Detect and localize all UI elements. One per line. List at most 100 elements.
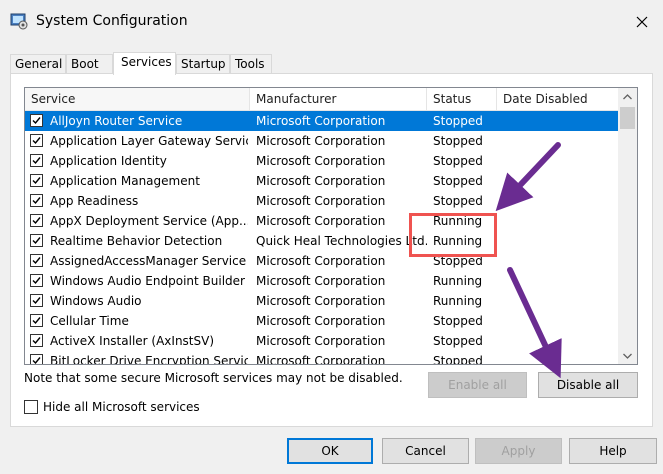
service-checkbox[interactable] xyxy=(30,274,43,287)
cell-manufacturer: Microsoft Corporation xyxy=(256,154,386,168)
chevron-up-icon xyxy=(623,93,632,99)
column-header-service[interactable]: Service xyxy=(25,88,250,110)
table-row[interactable]: Application Layer Gateway Service Microso… xyxy=(25,131,618,151)
cell-service: BitLocker Drive Encryption Service xyxy=(50,354,248,365)
tab-tools[interactable]: Tools xyxy=(230,54,272,74)
column-header-date-disabled[interactable]: Date Disabled xyxy=(497,88,618,110)
cancel-button[interactable]: Cancel xyxy=(382,438,469,464)
service-checkbox[interactable] xyxy=(30,314,43,327)
scroll-up-button[interactable] xyxy=(618,88,637,105)
cell-service: Cellular Time xyxy=(50,314,129,328)
table-row[interactable]: Windows Audio Endpoint Builder Microsoft … xyxy=(25,271,618,291)
services-list[interactable]: Service Manufacturer Status Date Disable… xyxy=(24,87,638,365)
table-row[interactable]: Windows Audio Microsoft Corporation Runnin… xyxy=(25,291,618,311)
checkmark-icon xyxy=(32,157,41,165)
cell-status: Stopped xyxy=(433,174,483,188)
ok-button[interactable]: OK xyxy=(287,438,373,464)
checkmark-icon xyxy=(32,177,41,185)
service-checkbox[interactable] xyxy=(30,214,43,227)
checkmark-icon xyxy=(32,117,41,125)
cell-manufacturer: Microsoft Corporation xyxy=(256,174,386,188)
checkmark-icon xyxy=(32,337,41,345)
service-checkbox[interactable] xyxy=(30,134,43,147)
cell-service: Windows Audio xyxy=(50,294,142,308)
cell-status: Stopped xyxy=(433,134,483,148)
cell-manufacturer: Microsoft Corporation xyxy=(256,294,386,308)
cell-service: ActiveX Installer (AxInstSV) xyxy=(50,334,215,348)
table-row[interactable]: Cellular Time Microsoft Corporation Stoppe… xyxy=(25,311,618,331)
table-row[interactable]: AllJoyn Router Service Microsoft Corporat… xyxy=(25,111,618,131)
hide-ms-services-checkbox[interactable] xyxy=(24,400,38,414)
cell-date-disabled xyxy=(503,111,618,131)
cell-service: AppX Deployment Service (App... xyxy=(50,214,248,228)
cell-date-disabled xyxy=(503,251,618,271)
table-row[interactable]: AssignedAccessManager Service Microsoft C… xyxy=(25,251,618,271)
close-button[interactable] xyxy=(622,6,662,40)
cell-service: Realtime Behavior Detection xyxy=(50,234,223,248)
tab-general[interactable]: General xyxy=(10,54,66,74)
cell-date-disabled xyxy=(503,131,618,151)
table-row[interactable]: App Readiness Microsoft Corporation Stoppe… xyxy=(25,191,618,211)
help-button[interactable]: Help xyxy=(569,438,657,464)
table-row[interactable]: BitLocker Drive Encryption Service Micros… xyxy=(25,351,618,365)
tab-startup-label: Startup xyxy=(181,57,226,71)
cell-date-disabled xyxy=(503,171,618,191)
cell-date-disabled xyxy=(503,331,618,351)
table-row[interactable]: Application Management Microsoft Corporat… xyxy=(25,171,618,191)
cell-status: Stopped xyxy=(433,194,483,208)
cell-service: Application Layer Gateway Service xyxy=(50,134,248,148)
cell-manufacturer: Microsoft Corporation xyxy=(256,194,386,208)
service-checkbox[interactable] xyxy=(30,154,43,167)
ok-label: OK xyxy=(321,444,339,458)
service-checkbox[interactable] xyxy=(30,174,43,187)
service-checkbox[interactable] xyxy=(30,114,43,127)
tab-general-label: General xyxy=(15,57,63,71)
title-bar: System Configuration xyxy=(0,0,663,44)
table-row[interactable]: Realtime Behavior Detection Quick Heal Te… xyxy=(25,231,618,251)
list-header: Service Manufacturer Status Date Disable… xyxy=(25,88,618,111)
checkmark-icon xyxy=(32,137,41,145)
disable-all-button[interactable]: Disable all xyxy=(538,372,638,398)
cell-service: App Readiness xyxy=(50,194,139,208)
service-checkbox[interactable] xyxy=(30,354,43,364)
column-header-manufacturer[interactable]: Manufacturer xyxy=(250,88,427,110)
cell-service: Windows Audio Endpoint Builder xyxy=(50,274,245,288)
enable-all-label: Enable all xyxy=(448,378,507,392)
service-checkbox[interactable] xyxy=(30,334,43,347)
cell-service: AllJoyn Router Service xyxy=(50,114,183,128)
apply-button[interactable]: Apply xyxy=(475,438,562,464)
cell-service: Application Identity xyxy=(50,154,167,168)
service-checkbox[interactable] xyxy=(30,294,43,307)
close-icon xyxy=(636,16,648,31)
checkmark-icon xyxy=(32,237,41,245)
cell-manufacturer: Microsoft Corporation xyxy=(256,314,386,328)
cell-manufacturer: Microsoft Corporation xyxy=(256,214,386,228)
cell-manufacturer: Microsoft Corporation xyxy=(256,274,386,288)
msconfig-icon xyxy=(10,12,28,30)
vertical-scrollbar[interactable] xyxy=(618,88,637,364)
checkmark-icon xyxy=(32,297,41,305)
scroll-thumb[interactable] xyxy=(620,107,635,129)
scroll-down-button[interactable] xyxy=(618,347,637,364)
service-checkbox[interactable] xyxy=(30,234,43,247)
cell-date-disabled xyxy=(503,191,618,211)
cell-date-disabled xyxy=(503,231,618,251)
cell-date-disabled xyxy=(503,311,618,331)
checkmark-icon xyxy=(32,217,41,225)
table-row[interactable]: AppX Deployment Service (App... Microsoft… xyxy=(25,211,618,231)
service-checkbox[interactable] xyxy=(30,194,43,207)
service-checkbox[interactable] xyxy=(30,254,43,267)
cell-date-disabled xyxy=(503,351,618,364)
tab-boot[interactable]: Boot xyxy=(66,54,113,74)
enable-all-button[interactable]: Enable all xyxy=(428,372,527,398)
apply-label: Apply xyxy=(501,444,536,458)
tab-services[interactable]: Services xyxy=(113,52,176,75)
disable-all-label: Disable all xyxy=(556,378,620,392)
cell-manufacturer: Microsoft Corporation xyxy=(256,114,386,128)
table-row[interactable]: Application Identity Microsoft Corporatio… xyxy=(25,151,618,171)
cell-manufacturer: Quick Heal Technologies Ltd. xyxy=(256,234,427,248)
column-header-status[interactable]: Status xyxy=(427,88,497,110)
tab-startup[interactable]: Startup xyxy=(176,54,230,74)
table-row[interactable]: ActiveX Installer (AxInstSV) Microsoft Co… xyxy=(25,331,618,351)
column-header-service-label: Service xyxy=(31,92,76,106)
